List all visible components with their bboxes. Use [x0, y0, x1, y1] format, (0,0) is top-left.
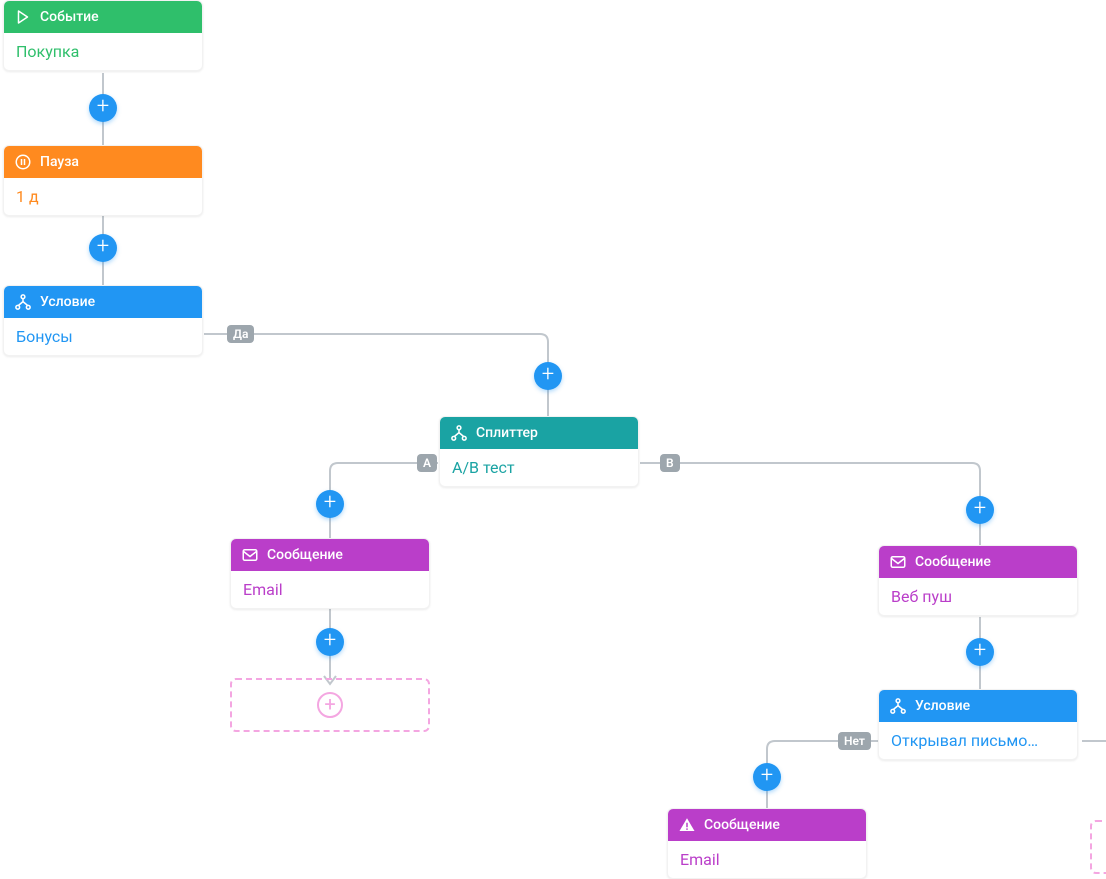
node-event-value: Покупка — [4, 33, 202, 70]
node-condition2-value: Открывал письмо… — [879, 722, 1077, 759]
node-splitter[interactable]: Сплиттер A/B тест — [439, 416, 639, 487]
node-event[interactable]: Событие Покупка — [3, 0, 203, 71]
drop-slot-empty[interactable] — [230, 678, 430, 732]
branch-icon — [14, 293, 32, 311]
alert-icon — [678, 816, 696, 834]
node-pause[interactable]: Пауза 1 д — [3, 145, 203, 216]
badge-yes: Да — [227, 325, 254, 343]
node-message-b-title: Сообщение — [915, 554, 991, 570]
node-message-b-value: Веб пуш — [879, 578, 1077, 615]
node-message-webpush[interactable]: Сообщение Веб пуш — [878, 545, 1078, 616]
add-after-pause[interactable] — [89, 234, 117, 262]
node-message-a-title: Сообщение — [267, 547, 343, 563]
add-before-msg-c[interactable] — [753, 763, 781, 791]
node-message-c-value: Email — [668, 841, 866, 878]
node-event-title: Событие — [40, 9, 99, 25]
mail-icon — [889, 553, 907, 571]
badge-a: A — [417, 454, 437, 472]
add-after-msg-a[interactable] — [316, 628, 344, 656]
node-splitter-value: A/B тест — [440, 449, 638, 486]
play-icon — [14, 8, 32, 26]
add-before-msg-b[interactable] — [966, 496, 994, 524]
add-after-event[interactable] — [89, 94, 117, 122]
add-after-msg-b[interactable] — [966, 638, 994, 666]
node-splitter-title: Сплиттер — [476, 425, 538, 441]
node-message-email-a[interactable]: Сообщение Email — [230, 538, 430, 609]
branch-icon — [889, 697, 907, 715]
node-pause-value: 1 д — [4, 178, 202, 215]
add-before-msg-a[interactable] — [316, 490, 344, 518]
pause-icon — [14, 153, 32, 171]
split-icon — [450, 424, 468, 442]
node-message-email-c[interactable]: Сообщение Email — [667, 808, 867, 879]
node-message-a-value: Email — [231, 571, 429, 608]
node-condition-value: Бонусы — [4, 318, 202, 355]
node-condition-title: Условие — [40, 294, 95, 310]
drop-slot-partial[interactable] — [1090, 820, 1106, 874]
node-condition-opened-email[interactable]: Условие Открывал письмо… — [878, 689, 1078, 760]
flow-canvas[interactable]: Событие Покупка Пауза 1 д Условие Бонусы… — [0, 0, 1106, 877]
badge-b: B — [660, 454, 680, 472]
node-condition-bonuses[interactable]: Условие Бонусы — [3, 285, 203, 356]
badge-no: Нет — [838, 732, 871, 750]
add-before-splitter[interactable] — [534, 362, 562, 390]
mail-icon — [241, 546, 259, 564]
node-message-c-title: Сообщение — [704, 817, 780, 833]
node-condition2-title: Условие — [915, 698, 970, 714]
node-pause-title: Пауза — [40, 154, 79, 170]
add-placeholder-icon — [317, 692, 343, 718]
